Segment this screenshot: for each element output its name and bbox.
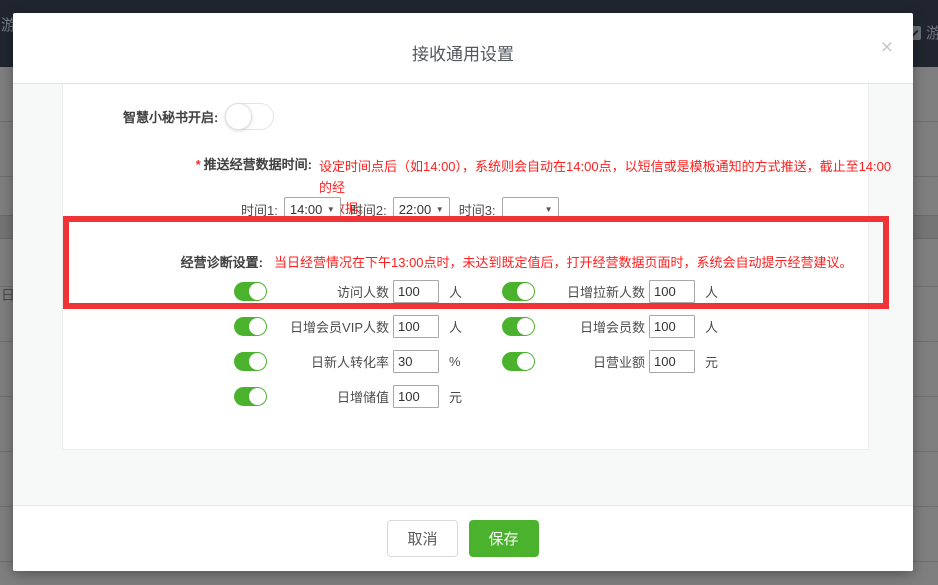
metric-toggle[interactable] [234, 387, 267, 406]
metric-value-input[interactable] [393, 315, 439, 338]
time-row: 时间1:14:00▼时间2:22:00▼时间3:▼ [241, 196, 568, 222]
time-select[interactable]: 14:00▼ [284, 197, 341, 222]
metric-row: 日新人转化率% [234, 344, 502, 379]
metric-unit: 人 [449, 317, 462, 336]
metric-value-input[interactable] [649, 280, 695, 303]
metric-label: 日营业额 [535, 352, 645, 371]
metric-label: 访问人数 [267, 282, 389, 301]
metric-unit: 元 [449, 387, 462, 406]
metric-row: 日增会员VIP人数 人 [234, 309, 502, 344]
time-label: 时间1: [241, 200, 278, 219]
metric-unit: 元 [705, 352, 718, 371]
metric-row: 日营业额 元 [502, 344, 718, 379]
settings-modal: 接收通用设置 × 智慧小秘书开启: *推送经营数据时间: 设定时间点后（如14:… [13, 13, 913, 571]
assistant-row: 智慧小秘书开启: [123, 103, 274, 130]
toggle-knob [249, 388, 266, 405]
modal-footer: 取消 保存 [13, 505, 913, 570]
metrics-grid: 访问人数人日增拉新人数人日增会员VIP人数人日增会员数人日新人转化率%日营业额元… [234, 274, 718, 414]
metric-toggle[interactable] [502, 282, 535, 301]
toggle-knob [249, 318, 266, 335]
time-group: 时间1: 14:00▼ [241, 197, 341, 222]
metric-label: 日增储值 [267, 387, 389, 406]
metric-unit: 人 [705, 282, 718, 301]
modal-title: 接收通用设置 [13, 40, 913, 65]
metric-row: 日增会员数 人 [502, 309, 718, 344]
metric-value-input[interactable] [393, 385, 439, 408]
metric-value-input[interactable] [649, 350, 695, 373]
save-button[interactable]: 保存 [469, 520, 539, 557]
push-time-description-line1: 设定时间点后（如14:00），系统则会自动在14:00点，以短信或是模板通知的方… [319, 156, 894, 198]
time-select[interactable]: 22:00▼ [393, 197, 450, 222]
toggle-knob [517, 353, 534, 370]
time-select-value: 14:00 [290, 202, 327, 217]
metric-row: 日增拉新人数 人 [502, 274, 718, 309]
close-icon[interactable]: × [881, 37, 893, 58]
time-group: 时间2: 22:00▼ [350, 197, 450, 222]
toggle-knob [249, 283, 266, 300]
assistant-toggle[interactable] [225, 103, 274, 130]
metric-row: 访问人数 人 [234, 274, 502, 309]
toggle-knob [225, 103, 252, 130]
metric-toggle[interactable] [234, 352, 267, 371]
metric-value-input[interactable] [649, 315, 695, 338]
caret-down-icon: ▼ [545, 205, 553, 214]
metric-unit: % [449, 354, 461, 369]
metric-unit: 人 [449, 282, 462, 301]
diagnosis-label: 经营诊断设置: [181, 255, 263, 270]
time-label: 时间3: [459, 200, 496, 219]
metric-row: 日增储值 元 [234, 379, 502, 414]
required-asterisk: * [196, 157, 201, 172]
modal-header: 接收通用设置 × [13, 13, 913, 84]
metric-toggle[interactable] [502, 352, 535, 371]
metric-label: 日增会员数 [535, 317, 645, 336]
metric-toggle[interactable] [234, 317, 267, 336]
caret-down-icon: ▼ [436, 205, 444, 214]
cancel-button[interactable]: 取消 [387, 520, 457, 557]
metric-label: 日新人转化率 [267, 352, 389, 371]
metric-unit: 人 [705, 317, 718, 336]
toggle-knob [517, 318, 534, 335]
settings-panel: 智慧小秘书开启: *推送经营数据时间: 设定时间点后（如14:00），系统则会自… [62, 84, 869, 450]
metric-value-input[interactable] [393, 350, 439, 373]
metric-value-input[interactable] [393, 280, 439, 303]
caret-down-icon: ▼ [327, 205, 335, 214]
toggle-knob [517, 283, 534, 300]
metric-label: 日增拉新人数 [535, 282, 645, 301]
time-select-value: 22:00 [399, 202, 436, 217]
time-group: 时间3: ▼ [459, 197, 559, 222]
metric-toggle[interactable] [234, 282, 267, 301]
push-time-label: 推送经营数据时间: [204, 157, 312, 172]
time-label: 时间2: [350, 200, 387, 219]
assistant-label: 智慧小秘书开启: [123, 107, 218, 126]
metric-label: 日增会员VIP人数 [267, 317, 389, 336]
modal-body: 智慧小秘书开启: *推送经营数据时间: 设定时间点后（如14:00），系统则会自… [13, 84, 913, 505]
time-select[interactable]: ▼ [502, 197, 559, 222]
navbar-right-text: 游 [926, 22, 938, 43]
toggle-knob [249, 353, 266, 370]
diagnosis-label-wrap: 经营诊断设置: [99, 252, 263, 272]
push-time-label-wrap: *推送经营数据时间: [83, 156, 312, 173]
diagnosis-description: 当日经营情况在下午13:00点时，未达到既定值后，打开经营数据页面时，系统会自动… [274, 252, 853, 271]
metric-toggle[interactable] [502, 317, 535, 336]
